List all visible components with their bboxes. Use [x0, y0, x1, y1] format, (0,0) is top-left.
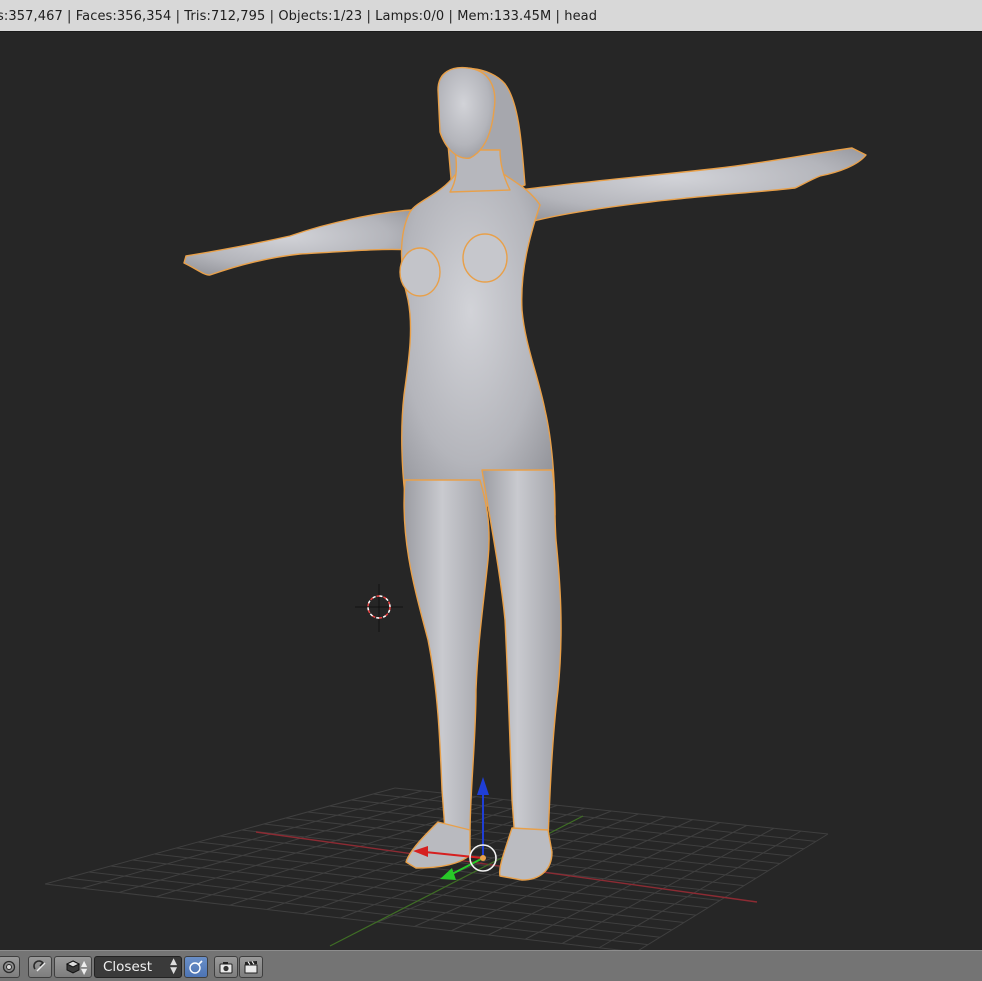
- snap-rotation-icon[interactable]: [184, 956, 208, 978]
- snap-target-label: Closest: [103, 959, 153, 975]
- info-bar: s:357,467 | Faces:356,354 | Tris:712,795…: [0, 0, 982, 32]
- 3d-viewport[interactable]: [0, 32, 982, 950]
- chevron-updown-icon: ▲ ▼: [170, 957, 177, 976]
- render-image-icon[interactable]: [214, 956, 238, 978]
- render-animation-icon[interactable]: [239, 956, 263, 978]
- viewport-scene: [44, 66, 867, 950]
- 3d-cursor-icon[interactable]: [355, 584, 403, 632]
- snap-element-icon[interactable]: ▲ ▼: [54, 956, 92, 978]
- 3d-view-header: ▲ ▼ Closest ▲ ▼: [0, 950, 982, 981]
- character-mesh[interactable]: [183, 66, 867, 881]
- snap-target-dropdown[interactable]: Closest ▲ ▼: [94, 956, 182, 978]
- floor-grid: [44, 787, 829, 950]
- proportional-editing-icon[interactable]: [28, 956, 52, 978]
- scene-stats: s:357,467 | Faces:356,354 | Tris:712,795…: [0, 9, 598, 24]
- pivot-point-icon[interactable]: [0, 956, 20, 978]
- chevron-updown-icon: ▲ ▼: [81, 959, 88, 976]
